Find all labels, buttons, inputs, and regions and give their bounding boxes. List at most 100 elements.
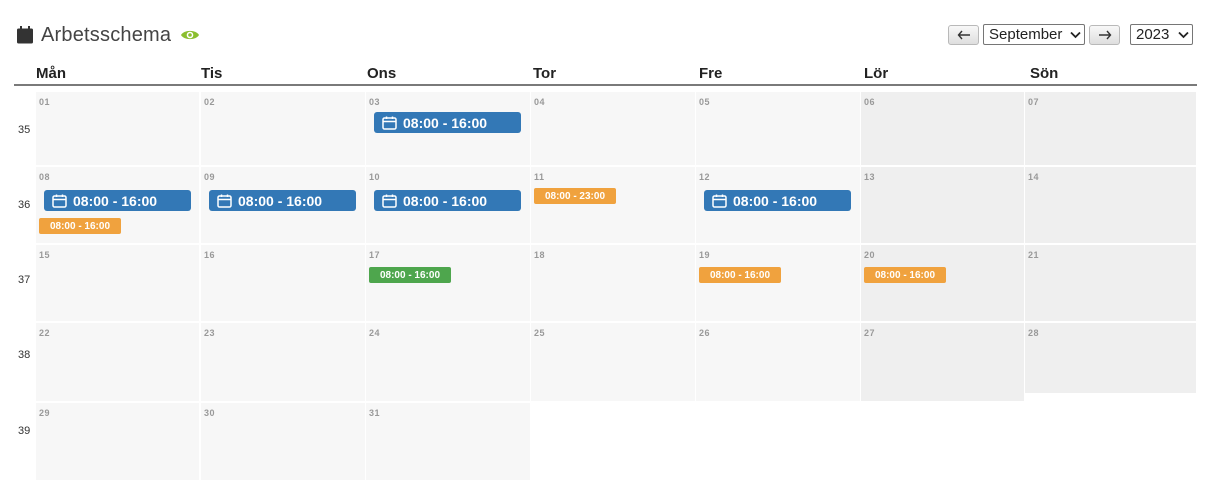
day-number: 12 (699, 172, 711, 182)
week-number: 35 (18, 124, 31, 136)
shift-event-label: 08:00 - 16:00 (238, 192, 323, 209)
day-cell[interactable]: 23 (201, 323, 365, 401)
shift-badge[interactable]: 08:00 - 16:00 (699, 267, 781, 283)
shift-event-label: 08:00 - 16:00 (403, 114, 488, 131)
day-cell-weekend[interactable]: 13 (861, 167, 1024, 243)
day-cell-weekend[interactable]: 27 (861, 323, 1024, 401)
day-number: 16 (204, 250, 216, 260)
day-cell[interactable]: 04 (531, 92, 695, 165)
day-number: 05 (699, 97, 711, 107)
day-cell-weekend[interactable]: 06 (861, 92, 1024, 165)
chevron-down-icon (1070, 31, 1081, 38)
day-cell[interactable]: 31 (366, 403, 530, 480)
day-number: 31 (369, 408, 381, 418)
day-number: 06 (864, 97, 876, 107)
day-cell[interactable]: 15 (36, 245, 199, 321)
calendar-icon (17, 26, 33, 44)
day-number: 07 (1028, 97, 1040, 107)
weekday-header-mon: Mån (36, 65, 66, 82)
next-month-button[interactable] (1089, 24, 1120, 45)
day-number: 23 (204, 328, 216, 338)
calendar-outline-icon (382, 116, 397, 130)
month-select[interactable]: September (983, 24, 1085, 45)
day-cell-weekend[interactable]: 28 (1025, 323, 1196, 393)
week-number: 36 (18, 199, 31, 211)
day-cell[interactable]: 19 (696, 245, 860, 321)
day-cell[interactable]: 22 (36, 323, 199, 401)
day-number: 14 (1028, 172, 1040, 182)
day-number: 01 (39, 97, 51, 107)
day-cell[interactable]: 24 (366, 323, 530, 401)
shift-event[interactable]: 08:00 - 16:00 (374, 112, 521, 133)
day-number: 13 (864, 172, 876, 182)
date-controls: September 2023 (948, 24, 1197, 45)
day-cell[interactable]: 30 (201, 403, 365, 480)
shift-badge-label: 08:00 - 16:00 (379, 269, 441, 281)
chevron-down-icon (1178, 31, 1189, 38)
eye-icon[interactable] (180, 28, 200, 42)
shift-badge[interactable]: 08:00 - 23:00 (534, 188, 616, 204)
prev-month-button[interactable] (948, 24, 979, 45)
arrow-left-icon (957, 30, 970, 39)
shift-event[interactable]: 08:00 - 16:00 (209, 190, 356, 211)
day-number: 24 (369, 328, 381, 338)
day-number: 18 (534, 250, 546, 260)
day-number: 10 (369, 172, 381, 182)
day-number: 20 (864, 250, 876, 260)
shift-badge[interactable]: 08:00 - 16:00 (864, 267, 946, 283)
week-number: 38 (18, 349, 31, 361)
page-title: Arbetsschema (41, 23, 172, 46)
shift-event[interactable]: 08:00 - 16:00 (44, 190, 191, 211)
day-cell[interactable]: 05 (696, 92, 860, 165)
day-cell[interactable]: 17 (366, 245, 530, 321)
shift-badge[interactable]: 08:00 - 16:00 (39, 218, 121, 234)
day-number: 15 (39, 250, 51, 260)
shift-event-label: 08:00 - 16:00 (403, 192, 488, 209)
calendar-outline-icon (712, 194, 727, 208)
day-cell-weekend[interactable]: 07 (1025, 92, 1196, 165)
day-cell[interactable]: 01 (36, 92, 199, 165)
year-select-value: 2023 (1136, 26, 1170, 43)
day-cell-weekend[interactable]: 20 (861, 245, 1024, 321)
day-number: 30 (204, 408, 216, 418)
day-cell[interactable]: 26 (696, 323, 860, 401)
calendar-outline-icon (382, 194, 397, 208)
shift-event[interactable]: 08:00 - 16:00 (374, 190, 521, 211)
day-number: 09 (204, 172, 216, 182)
day-number: 08 (39, 172, 51, 182)
day-number: 11 (534, 172, 545, 182)
day-number: 25 (534, 328, 546, 338)
weekday-header-tue: Tis (201, 65, 223, 82)
day-number: 17 (369, 250, 381, 260)
shift-badge-label: 08:00 - 16:00 (709, 269, 771, 281)
day-cell-weekend[interactable]: 14 (1025, 167, 1196, 243)
day-cell[interactable]: 25 (531, 323, 695, 401)
shift-event[interactable]: 08:00 - 16:00 (704, 190, 851, 211)
day-cell[interactable]: 11 (531, 167, 695, 243)
year-select[interactable]: 2023 (1130, 24, 1193, 45)
week-number: 37 (18, 274, 31, 286)
day-cell[interactable]: 16 (201, 245, 365, 321)
day-number: 26 (699, 328, 711, 338)
shift-badge[interactable]: 08:00 - 16:00 (369, 267, 451, 283)
day-cell[interactable]: 29 (36, 403, 199, 480)
weekday-header-thu: Tor (533, 65, 557, 82)
arrow-right-icon (1098, 30, 1111, 39)
weekday-header-fri: Fre (699, 65, 723, 82)
weekday-header-sun: Sön (1030, 65, 1059, 82)
day-cell[interactable]: 02 (201, 92, 365, 165)
day-cell[interactable]: 18 (531, 245, 695, 321)
weekday-header-wed: Ons (367, 65, 397, 82)
day-number: 04 (534, 97, 546, 107)
day-cell-weekend[interactable]: 21 (1025, 245, 1196, 321)
calendar-outline-icon (52, 194, 67, 208)
day-number: 27 (864, 328, 876, 338)
month-select-value: September (989, 26, 1063, 43)
shift-badge-label: 08:00 - 16:00 (49, 220, 111, 232)
day-number: 21 (1028, 250, 1040, 260)
header-divider (14, 84, 1197, 86)
day-number: 28 (1028, 328, 1040, 338)
shift-badge-label: 08:00 - 16:00 (874, 269, 936, 281)
day-number: 29 (39, 408, 51, 418)
page-header: Arbetsschema (16, 22, 200, 48)
